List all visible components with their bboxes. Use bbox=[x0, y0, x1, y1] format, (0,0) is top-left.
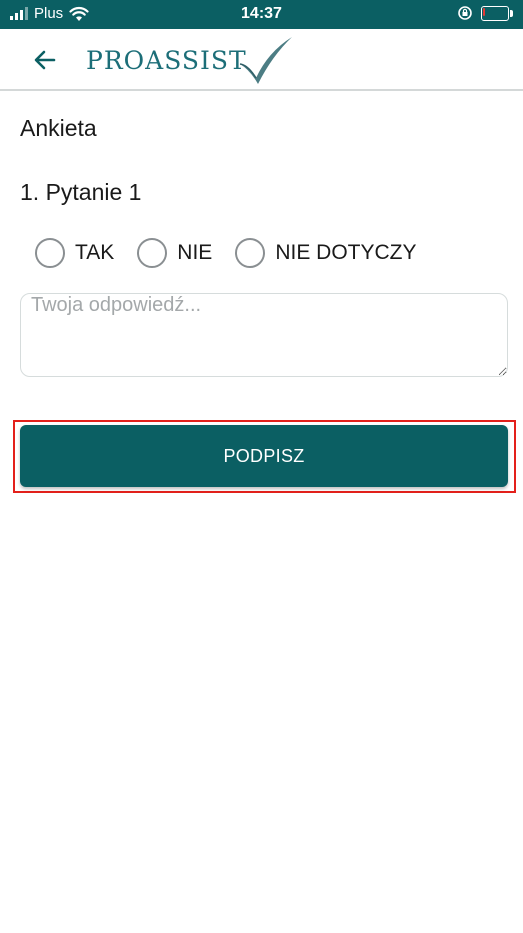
page-title: Ankieta bbox=[20, 115, 97, 141]
option-label: NIE bbox=[177, 241, 213, 264]
option-nie-dotyczy[interactable]: NIE DOTYCZY bbox=[235, 238, 417, 268]
checkmark-icon bbox=[239, 37, 292, 84]
answer-options: TAK NIE NIE DOTYCZY bbox=[35, 236, 440, 270]
app-bar: PROASSIST bbox=[0, 29, 523, 91]
radio-button-nie[interactable] bbox=[137, 238, 168, 268]
option-nie[interactable]: NIE bbox=[137, 238, 212, 268]
option-label: TAK bbox=[75, 241, 115, 264]
question-title: 1. Pytanie 1 bbox=[20, 179, 142, 205]
radio-button-tak[interactable] bbox=[35, 238, 65, 268]
option-tak[interactable]: TAK bbox=[35, 238, 114, 268]
logo-text: PROASSIST bbox=[86, 46, 247, 75]
status-right bbox=[457, 5, 513, 21]
battery-icon bbox=[481, 5, 513, 21]
sign-button[interactable]: PODPISZ bbox=[20, 425, 508, 487]
arrow-left-icon[interactable] bbox=[28, 45, 62, 75]
rotation-lock-icon bbox=[458, 6, 472, 20]
answer-input[interactable] bbox=[20, 293, 508, 377]
status-time: 14:37 bbox=[241, 5, 282, 22]
status-bar: Plus 14:37 bbox=[0, 0, 523, 29]
option-label: NIE DOTYCZY bbox=[275, 241, 417, 264]
radio-button-nie-dotyczy[interactable] bbox=[235, 238, 266, 268]
proassist-logo: PROASSIST bbox=[86, 34, 296, 86]
